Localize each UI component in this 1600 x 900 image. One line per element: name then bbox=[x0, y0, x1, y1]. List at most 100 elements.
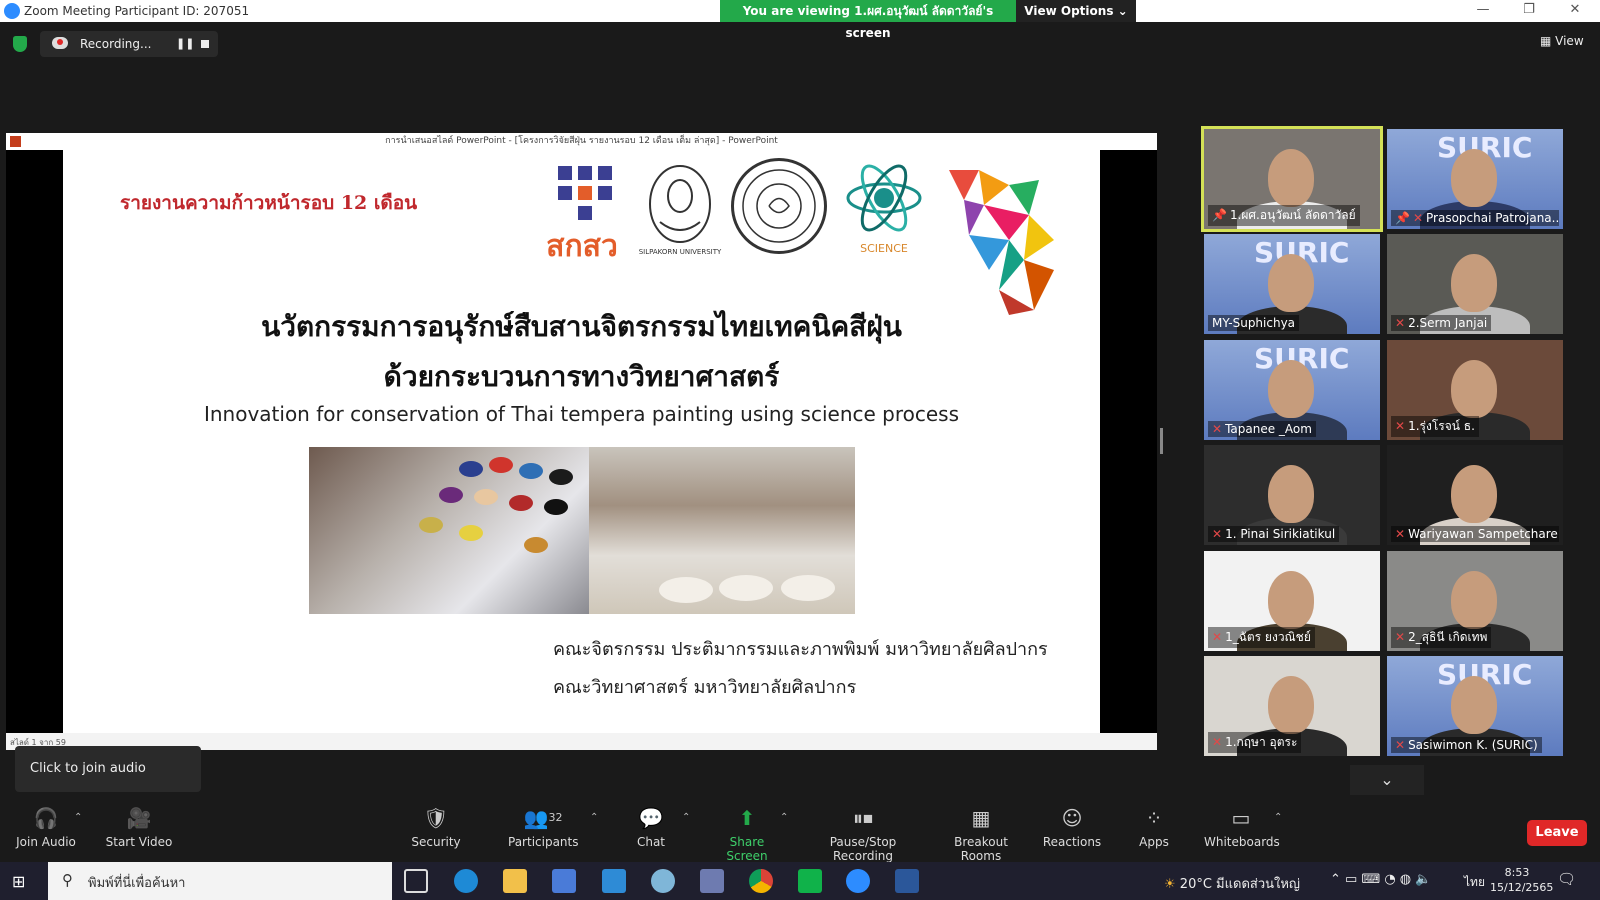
muted-mic-icon: ✕ bbox=[1212, 422, 1223, 436]
taskbar-search-placeholder: พิมพ์ที่นี่เพื่อค้นหา bbox=[88, 876, 186, 891]
system-tray-icons[interactable]: ⌃ ▭ ⌨ ◔ ◍ 🔈 bbox=[1330, 872, 1431, 887]
taskbar-search[interactable]: ⚲ พิมพ์ที่นี่เพื่อค้นหา bbox=[48, 862, 392, 900]
breakout-rooms-button[interactable]: ▦ Breakout Rooms bbox=[936, 806, 1026, 863]
windows-start-icon[interactable]: ⊞ bbox=[12, 872, 25, 891]
participant-name-tag: ✕ Wariyawan Sampetchare... bbox=[1391, 526, 1559, 542]
windows-taskbar: ⊞ ⚲ พิมพ์ที่นี่เพื่อค้นหา ☀ 20°C มีแดดส่… bbox=[0, 862, 1600, 900]
audio-options-caret-icon[interactable]: ⌃ bbox=[74, 812, 82, 823]
window-title: Zoom Meeting Participant ID: 207051 bbox=[24, 4, 250, 18]
participant-face bbox=[1268, 149, 1314, 207]
weather-widget[interactable]: ☀ 20°C มีแดดส่วนใหญ่ bbox=[1164, 873, 1300, 894]
reactions-button[interactable]: ☺ Reactions bbox=[1040, 806, 1104, 849]
participants-caret-icon[interactable]: ⌃ bbox=[590, 812, 598, 823]
university-seal-logo bbox=[731, 158, 827, 254]
zoom-app-icon[interactable] bbox=[846, 869, 870, 893]
lab-samples-photo bbox=[589, 447, 855, 614]
video-off-icon: 🎥 bbox=[126, 806, 152, 830]
clock-date: 15/12/2565 bbox=[1490, 881, 1554, 894]
participant-name-tag: MY-Suphichya bbox=[1208, 315, 1300, 331]
participant-tile[interactable]: ✕ 2.Serm Janjai bbox=[1387, 234, 1563, 334]
file-explorer-icon[interactable] bbox=[503, 869, 527, 893]
muted-mic-icon: ✕ bbox=[1395, 316, 1406, 330]
participant-tile[interactable]: ✕ 1. Pinai Sirikiatikul bbox=[1204, 445, 1380, 545]
view-options-button[interactable]: View Options ⌄ bbox=[1016, 0, 1136, 22]
minimize-icon[interactable]: — bbox=[1468, 2, 1498, 20]
clock[interactable]: 8:53 15/12/2565 bbox=[1490, 865, 1554, 895]
chat-button[interactable]: 💬 Chat bbox=[628, 806, 674, 849]
science-text: SCIENCE bbox=[860, 242, 908, 255]
participant-tile[interactable]: SURIC ✕ Sasiwimon K. (SURIC) bbox=[1387, 656, 1563, 756]
participant-name-tag: ✕ 1. Pinai Sirikiatikul bbox=[1208, 526, 1340, 542]
breakout-rooms-icon: ▦ bbox=[971, 806, 991, 830]
participant-tile[interactable]: ✕ 1.รุ่งโรจน์ ธ. bbox=[1387, 340, 1563, 440]
slide-title-line2: ด้วยกระบวนการทางวิทยาศาสตร์ bbox=[383, 360, 780, 393]
participant-name: 1. Pinai Sirikiatikul bbox=[1225, 527, 1336, 541]
participant-tile[interactable]: ✕ 1_ฉัตร ยงวณิชย์ bbox=[1204, 551, 1380, 651]
paint-icon[interactable] bbox=[651, 869, 675, 893]
maximize-icon[interactable]: ❐ bbox=[1514, 2, 1544, 20]
calculator-icon[interactable] bbox=[700, 869, 724, 893]
join-audio-tooltip[interactable]: Click to join audio bbox=[15, 746, 201, 792]
chat-caret-icon[interactable]: ⌃ bbox=[682, 812, 690, 823]
share-caret-icon[interactable]: ⌃ bbox=[780, 812, 788, 823]
more-participants-chevron-icon[interactable]: ⌄ bbox=[1350, 765, 1424, 795]
chrome-icon[interactable] bbox=[749, 869, 773, 893]
participant-name-tag: ✕ 2.Serm Janjai bbox=[1391, 315, 1492, 331]
participant-tile[interactable]: ✕ 1.กฤษา อุตระ bbox=[1204, 656, 1380, 756]
whiteboards-button[interactable]: ▭ Whiteboards bbox=[1204, 806, 1280, 849]
notification-icon[interactable]: 🗨 bbox=[1557, 870, 1576, 888]
recording-dot-icon bbox=[57, 39, 63, 45]
encryption-shield-icon[interactable] bbox=[13, 36, 27, 52]
participant-tile[interactable]: SURIC 📌 ✕ Prasopchai Patrojana... bbox=[1387, 129, 1563, 229]
task-view-icon[interactable] bbox=[404, 869, 428, 893]
powerpoint-icon bbox=[10, 136, 21, 147]
leave-button[interactable]: Leave bbox=[1527, 820, 1587, 846]
pin-icon: 📌 bbox=[1212, 208, 1227, 222]
stop-recording-icon[interactable] bbox=[201, 40, 209, 48]
edge-browser-icon[interactable] bbox=[454, 869, 478, 893]
start-video-button[interactable]: 🎥 Start Video bbox=[104, 806, 174, 849]
muted-mic-icon: ✕ bbox=[1395, 630, 1406, 644]
participant-name: Sasiwimon K. (SURIC) bbox=[1408, 738, 1538, 752]
pause-stop-icon: ⏸⏹ bbox=[853, 806, 873, 830]
participant-face bbox=[1451, 149, 1497, 207]
security-button[interactable]: 🛡 Security bbox=[408, 806, 464, 849]
grid-view-icon: ▦ bbox=[1540, 34, 1556, 48]
participant-tile[interactable]: 📌 1.ผศ.อนุวัฒน์ ลัดดาวัลย์ bbox=[1201, 126, 1383, 232]
line-app-icon[interactable] bbox=[798, 869, 822, 893]
participant-name: 1.รุ่งโรจน์ ธ. bbox=[1408, 419, 1475, 433]
smiley-plus-icon: ☺ bbox=[1061, 806, 1083, 830]
input-language[interactable]: ไทย bbox=[1464, 873, 1485, 892]
apps-button[interactable]: ⁘ Apps bbox=[1134, 806, 1174, 849]
participant-name-tag: 📌 ✕ Prasopchai Patrojana... bbox=[1391, 210, 1559, 226]
pause-recording-icon[interactable]: ❚❚ bbox=[176, 37, 194, 50]
apps-icon: ⁘ bbox=[1145, 806, 1163, 830]
participant-tile[interactable]: SURIC ✕ Tapanee _Aom bbox=[1204, 340, 1380, 440]
weather-text: 20°C มีแดดส่วนใหญ่ bbox=[1179, 877, 1300, 892]
panel-resize-handle[interactable] bbox=[1160, 428, 1163, 454]
recording-indicator: Recording... ❚❚ bbox=[40, 31, 218, 57]
participant-tile[interactable]: ✕ 2_สุธินี เกิดเทพ bbox=[1387, 551, 1563, 651]
participant-tile[interactable]: ✕ Wariyawan Sampetchare... bbox=[1387, 445, 1563, 545]
participant-name-tag: ✕ 2_สุธินี เกิดเทพ bbox=[1391, 627, 1492, 648]
participants-button[interactable]: 👥32 Participants bbox=[508, 806, 579, 849]
view-layout-button[interactable]: ▦ View bbox=[1540, 34, 1584, 48]
store-icon[interactable] bbox=[552, 869, 576, 893]
ppt-title: การนำเสนอสไลด์ PowerPoint - [โครงการวิจั… bbox=[385, 136, 778, 146]
participant-face bbox=[1268, 676, 1314, 734]
join-audio-button[interactable]: 🎧 Join Audio bbox=[14, 806, 78, 849]
word-icon[interactable] bbox=[895, 869, 919, 893]
mail-icon[interactable] bbox=[602, 869, 626, 893]
participant-name-tag: 📌 1.ผศ.อนุวัฒน์ ลัดดาวัลย์ bbox=[1208, 205, 1360, 226]
muted-mic-icon: ✕ bbox=[1395, 419, 1406, 433]
share-screen-button[interactable]: ⬆ Share Screen bbox=[710, 806, 784, 863]
breakout-rooms-label: Breakout Rooms bbox=[954, 835, 1008, 863]
close-icon[interactable]: ✕ bbox=[1560, 2, 1590, 20]
apps-label: Apps bbox=[1139, 835, 1169, 849]
whiteboards-caret-icon[interactable]: ⌃ bbox=[1274, 812, 1282, 823]
participant-tile[interactable]: SURIC MY-Suphichya bbox=[1204, 234, 1380, 334]
participant-name: 1_ฉัตร ยงวณิชย์ bbox=[1225, 630, 1311, 644]
participant-face bbox=[1268, 254, 1314, 312]
pause-stop-recording-button[interactable]: ⏸⏹ Pause/Stop Recording bbox=[802, 806, 924, 863]
whiteboards-label: Whiteboards bbox=[1204, 835, 1280, 849]
